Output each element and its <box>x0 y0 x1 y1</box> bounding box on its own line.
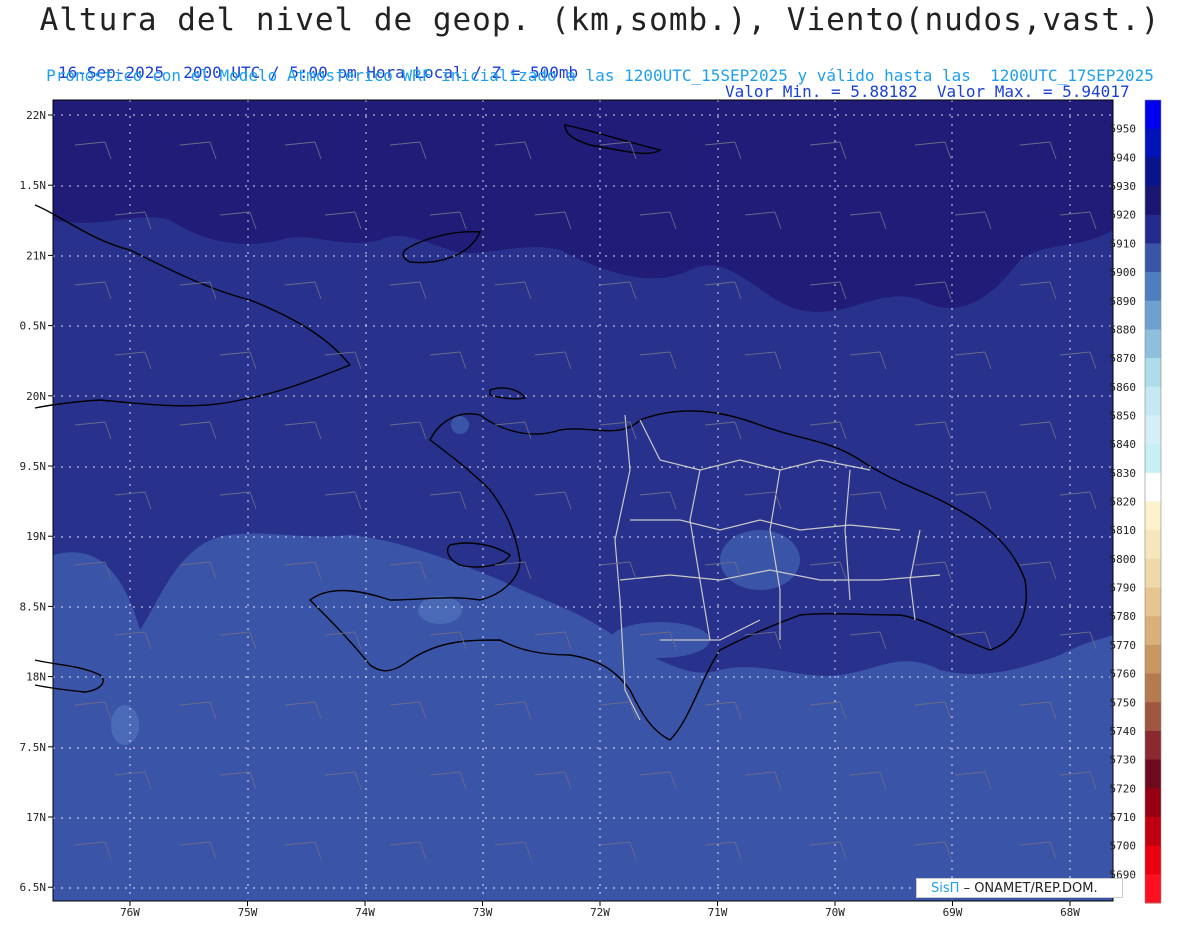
colorbar-swatch <box>1145 587 1161 617</box>
colorbar-swatch <box>1145 358 1161 388</box>
colorbar-swatch <box>1145 702 1161 732</box>
longitude-labels: 76W 75W 74W 73W 72W 71W 70W 69W 68W <box>120 901 1080 919</box>
lat-label: 8.5N <box>20 600 47 613</box>
colorbar-label: 5880 <box>1110 323 1137 336</box>
colorbar-label: 5940 <box>1110 151 1137 164</box>
colorbar-swatch <box>1145 214 1161 244</box>
lat-label: 6.5N <box>20 881 47 894</box>
colorbar-swatch <box>1145 788 1161 818</box>
lon-label: 69W <box>943 906 963 919</box>
lon-label: 75W <box>238 906 258 919</box>
colorbar-swatch <box>1145 272 1161 302</box>
colorbar-label: 5790 <box>1110 582 1137 595</box>
lat-label: 1.5N <box>20 179 47 192</box>
colorbar-swatch <box>1145 501 1161 531</box>
colorbar-swatch <box>1145 186 1161 216</box>
colorbar-label: 5900 <box>1110 266 1137 279</box>
colorbar-label: 5850 <box>1110 409 1137 422</box>
colorbar-swatch <box>1145 845 1161 875</box>
colorbar-label: 5710 <box>1110 811 1137 824</box>
lat-label: 7.5N <box>20 741 47 754</box>
colorbar-swatch <box>1145 644 1161 675</box>
lon-label: 72W <box>590 906 610 919</box>
colorbar-swatch <box>1145 759 1161 789</box>
colorbar-swatch <box>1145 530 1161 560</box>
colorbar-swatch <box>1145 415 1161 445</box>
colorbar-label: 5840 <box>1110 438 1137 451</box>
lon-label: 68W <box>1060 906 1080 919</box>
colorbar-label: 5860 <box>1110 381 1137 394</box>
colorbar-swatch <box>1145 386 1161 416</box>
lat-label: 19N <box>26 530 46 543</box>
sispi-logo: SisΠ <box>931 881 960 896</box>
colorbar-swatch <box>1145 558 1161 589</box>
forecast-map: 22N 1.5N 21N 0.5N 20N 9.5N 19N 8.5N 18N 7.5N 17N 6.… <box>20 99 1162 919</box>
colorbar-label: 5820 <box>1110 496 1137 509</box>
colorbar-label: 5770 <box>1110 639 1137 652</box>
colorbar-label: 5750 <box>1110 696 1137 709</box>
colorbar-label: 5870 <box>1110 352 1137 365</box>
colorbar-swatch <box>1145 128 1161 158</box>
lat-label: 9.5N <box>20 460 47 473</box>
colorbar-swatch <box>1145 444 1161 474</box>
colorbar-label: 5780 <box>1110 610 1137 623</box>
lon-label: 71W <box>708 906 728 919</box>
lon-label: 74W <box>355 906 375 919</box>
lat-label: 22N <box>26 109 46 122</box>
colorbar-label: 5950 <box>1110 123 1137 136</box>
colorbar-label: 5930 <box>1110 180 1137 193</box>
contour-patch <box>418 596 462 624</box>
lon-label: 76W <box>120 906 140 919</box>
colorbar-label: 5760 <box>1110 668 1137 681</box>
colorbar-label: 5740 <box>1110 725 1137 738</box>
colorbar-label: 5800 <box>1110 553 1137 566</box>
colorbar-label: 5830 <box>1110 467 1137 480</box>
contour-patch <box>451 416 469 434</box>
colorbar-label: 5910 <box>1110 237 1137 250</box>
contour-patch <box>720 530 800 590</box>
colorbar-label: 5810 <box>1110 524 1137 537</box>
colorbar-swatch <box>1145 472 1161 502</box>
colorbar-swatch <box>1145 329 1161 359</box>
lat-label: 18N <box>26 671 46 684</box>
colorbar-swatch <box>1145 874 1161 904</box>
colorbar-label: 5730 <box>1110 754 1137 767</box>
lat-label: 0.5N <box>20 320 47 333</box>
colorbar-swatch <box>1145 673 1161 703</box>
colorbar: 5950 5940 5930 5920 5910 5900 5890 5880 5870 5860… <box>1110 99 1162 904</box>
colorbar-swatch <box>1145 300 1161 330</box>
colorbar-swatch <box>1145 100 1161 130</box>
lon-label: 70W <box>825 906 845 919</box>
colorbar-swatch <box>1145 157 1161 187</box>
credit-box: SisΠ – ONAMET/REP.DOM. <box>916 878 1123 898</box>
colorbar-swatch <box>1145 616 1161 646</box>
colorbar-label: 5720 <box>1110 782 1137 795</box>
colorbar-swatch <box>1145 816 1161 847</box>
colorbar-swatch <box>1145 730 1161 761</box>
lat-label: 17N <box>26 811 46 824</box>
colorbar-label: 5920 <box>1110 209 1137 222</box>
lon-label: 73W <box>473 906 493 919</box>
colorbar-swatch <box>1145 243 1161 273</box>
lat-label: 20N <box>26 390 46 403</box>
lat-label: 21N <box>26 249 46 262</box>
colorbar-label: 5700 <box>1110 840 1137 853</box>
latitude-labels: 22N 1.5N 21N 0.5N 20N 9.5N 19N 8.5N 18N 7.5N 17N 6.… <box>20 109 53 894</box>
credit-text: – ONAMET/REP.DOM. <box>963 881 1098 896</box>
contour-patch <box>111 705 139 745</box>
colorbar-label: 5890 <box>1110 295 1137 308</box>
